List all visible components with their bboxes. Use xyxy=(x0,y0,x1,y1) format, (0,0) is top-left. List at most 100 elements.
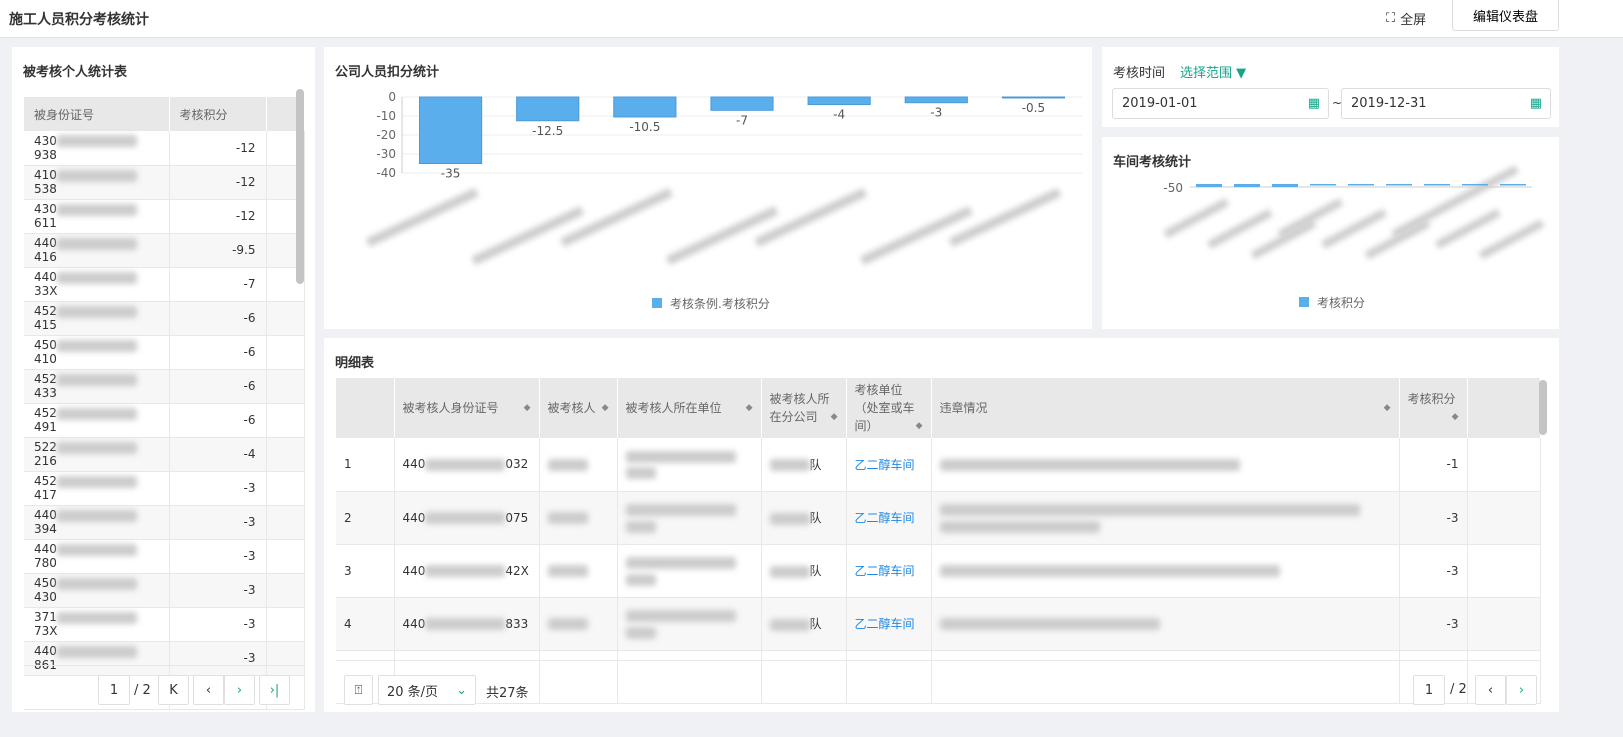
bar xyxy=(418,96,483,164)
sort-icon: ◆ xyxy=(601,403,609,413)
id-cell: 450430 xyxy=(24,573,170,608)
edit-dashboard-button[interactable]: 编辑仪表盘 xyxy=(1452,0,1559,31)
data-label: -10.5 xyxy=(629,120,660,134)
table-row[interactable]: 2 440 075 队 乙二醇车间 -3 xyxy=(336,491,1541,545)
personal-table: 被身份证号 考核积分 430938 -12 410538 -12 430611 -12 440… xyxy=(24,97,305,710)
id-cell: 450410 xyxy=(24,335,170,370)
bar xyxy=(1272,184,1298,187)
bar xyxy=(1001,96,1066,99)
id-cell: 440 833 xyxy=(394,597,540,651)
last-page-button[interactable]: ›| xyxy=(259,675,290,705)
score-cell: -3 xyxy=(169,607,267,642)
row-number: 1 xyxy=(336,438,395,492)
calendar-icon[interactable]: ▦ xyxy=(1530,96,1542,111)
page-size-select[interactable]: 20 条/页 ⌄ xyxy=(378,675,476,705)
table-row[interactable]: 410538 -12 xyxy=(24,165,305,200)
id-cell: 44033X xyxy=(24,267,170,302)
caret-down-icon: ▼ xyxy=(1236,66,1247,81)
id-cell: 522216 xyxy=(24,437,170,472)
page-input[interactable]: 1 xyxy=(1413,675,1445,705)
score-cell: -3 xyxy=(169,471,267,506)
x-tick-label xyxy=(1435,208,1501,249)
branch-cell: 队 xyxy=(761,544,847,598)
table-row[interactable]: 452417 -3 xyxy=(24,471,305,506)
score-cell: -7 xyxy=(169,267,267,302)
table-row[interactable]: 440780 -3 xyxy=(24,539,305,574)
table-row[interactable]: 44033X -7 xyxy=(24,267,305,302)
score-cell: -6 xyxy=(169,335,267,370)
score-cell: -12 xyxy=(169,131,267,166)
id-cell: 452417 xyxy=(24,471,170,506)
prev-page-button[interactable]: ‹ xyxy=(1475,675,1506,705)
id-cell: 440861 xyxy=(24,641,170,676)
table-row[interactable]: 522216 -4 xyxy=(24,437,305,472)
company-cell xyxy=(617,597,762,651)
table-row[interactable]: 3 440 42X 队 乙二醇车间 -3 xyxy=(336,544,1541,598)
page-input[interactable]: 1 xyxy=(98,675,130,705)
id-cell: 430611 xyxy=(24,199,170,234)
date-filter-panel: 考核时间 选择范围 ▼ 2019-01-01 ▦ ~ 2019-12-31 ▦ xyxy=(1102,47,1559,127)
start-date-input[interactable]: 2019-01-01 ▦ xyxy=(1112,88,1329,119)
end-date-input[interactable]: 2019-12-31 ▦ xyxy=(1341,88,1551,119)
y-tick-label: -40 xyxy=(376,166,396,180)
scrollbar[interactable] xyxy=(296,89,304,284)
x-tick-label xyxy=(1163,198,1230,239)
sort-icon: ◆ xyxy=(1451,412,1459,422)
score-cell: -9.5 xyxy=(169,233,267,268)
unit-link[interactable]: 乙二醇车间 xyxy=(846,438,932,492)
table-row[interactable]: 440416 -9.5 xyxy=(24,233,305,268)
next-page-button[interactable]: › xyxy=(224,675,255,705)
table-row[interactable]: 452433 -6 xyxy=(24,369,305,404)
table-row[interactable]: 430938 -12 xyxy=(24,131,305,166)
table-row[interactable]: 1 440 032 队 乙二醇车间 -1 xyxy=(336,438,1541,492)
col-header[interactable]: 被考核人 ◆ xyxy=(539,378,618,438)
x-tick-label xyxy=(1478,219,1545,260)
table-row[interactable]: 4 440 833 队 乙二醇车间 -3 xyxy=(336,597,1541,651)
next-page-button[interactable]: › xyxy=(1506,675,1537,705)
first-page-button[interactable]: K xyxy=(158,675,189,705)
bar xyxy=(1386,184,1412,186)
column-settings-button[interactable]: ⍐ xyxy=(344,675,373,705)
col-header[interactable]: 被考核人身份证号 ◆ xyxy=(394,378,540,438)
table-row[interactable]: 430611 -12 xyxy=(24,199,305,234)
unit-link[interactable]: 乙二醇车间 xyxy=(846,491,932,545)
score-cell: -6 xyxy=(169,369,267,404)
range-select[interactable]: 选择范围 ▼ xyxy=(1180,62,1246,81)
expand-icon: ⛶ xyxy=(1386,11,1396,26)
sort-icon: ◆ xyxy=(523,403,531,413)
id-cell: 410538 xyxy=(24,165,170,200)
scrollbar[interactable] xyxy=(1539,380,1547,435)
prev-page-button[interactable]: ‹ xyxy=(193,675,224,705)
score-cell: -12 xyxy=(169,165,267,200)
table-row[interactable]: 452491 -6 xyxy=(24,403,305,438)
detail-table: 被考核人身份证号 ◆ 被考核人 ◆ 被考核人所在单位 ◆ 被考核人所在分公司 ◆ 考核单… xyxy=(336,378,1541,704)
branch-cell: 队 xyxy=(761,597,847,651)
unit-link[interactable]: 乙二醇车间 xyxy=(846,597,932,651)
unit-link[interactable]: 乙二醇车间 xyxy=(846,544,932,598)
legend-label: 考核积分 xyxy=(1317,296,1366,310)
top-bar: 施工人员积分考核统计 ⛶ 全屏 编辑仪表盘 xyxy=(0,0,1623,38)
id-cell: 37173X xyxy=(24,607,170,642)
score-cell: -1 xyxy=(1399,438,1468,492)
col-header[interactable]: 考核积分 ◆ xyxy=(1399,378,1468,438)
col-header[interactable]: 被考核人所在单位 ◆ xyxy=(617,378,762,438)
violation-cell xyxy=(931,597,1400,651)
col-header[interactable]: 考核单位（处室或车间） ◆ xyxy=(846,378,932,438)
col-header[interactable]: 违章情况 ◆ xyxy=(931,378,1400,438)
bar xyxy=(710,96,774,111)
total-pages: / 2 xyxy=(134,683,151,698)
id-cell: 452433 xyxy=(24,369,170,404)
filter-label: 考核时间 xyxy=(1113,66,1166,81)
table-row[interactable]: 450430 -3 xyxy=(24,573,305,608)
fullscreen-button[interactable]: ⛶ 全屏 xyxy=(1386,9,1426,28)
table-row[interactable]: 452415 -6 xyxy=(24,301,305,336)
data-label: -0.5 xyxy=(1022,101,1045,115)
score-cell: -12 xyxy=(169,199,267,234)
id-cell: 440780 xyxy=(24,539,170,574)
col-header[interactable]: 被考核人所在分公司 ◆ xyxy=(761,378,847,438)
table-row[interactable]: 450410 -6 xyxy=(24,335,305,370)
table-row[interactable]: 440394 -3 xyxy=(24,505,305,540)
table-row[interactable]: 440861 -3 xyxy=(24,641,305,676)
table-row[interactable]: 37173X -3 xyxy=(24,607,305,642)
calendar-icon[interactable]: ▦ xyxy=(1308,96,1320,111)
